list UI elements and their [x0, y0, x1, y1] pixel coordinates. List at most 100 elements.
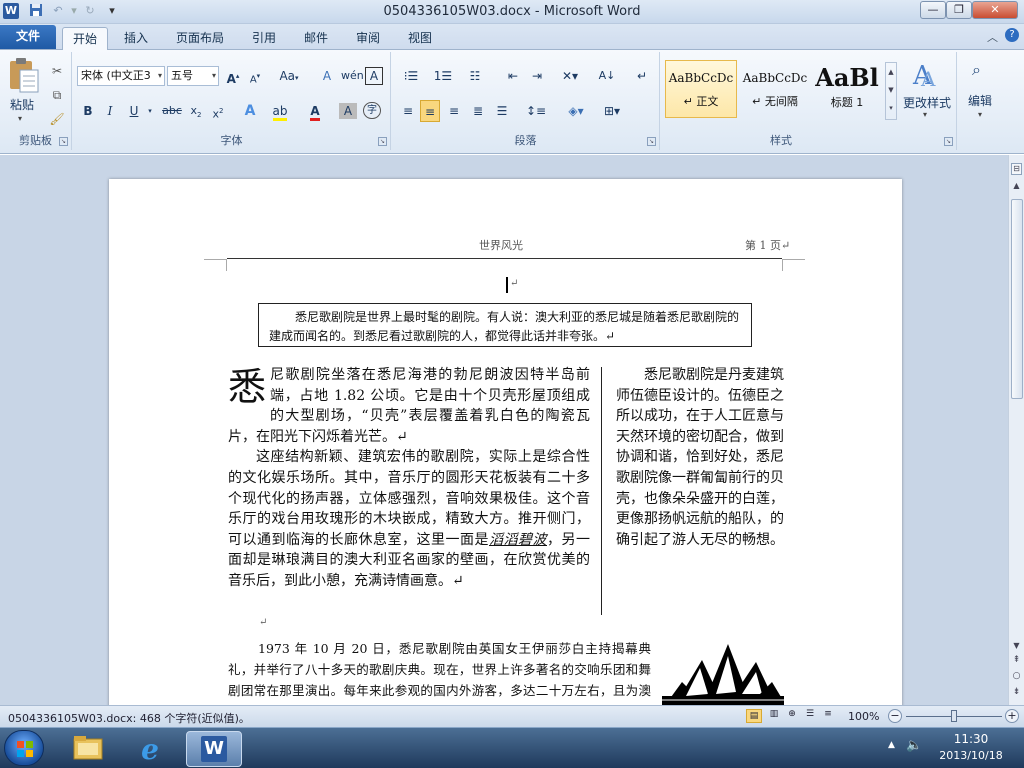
superscript-icon[interactable]: x2	[209, 100, 227, 122]
collapse-ribbon-icon[interactable]: ︿	[987, 29, 998, 45]
sort-icon[interactable]: A↓	[596, 65, 618, 87]
font-size-combo[interactable]: 五号 ▾	[167, 66, 219, 86]
text-effects-icon[interactable]: A	[239, 100, 261, 122]
multilevel-list-icon[interactable]: ☷	[462, 65, 488, 87]
styles-launcher-icon[interactable]: ↘	[944, 137, 953, 146]
line-spacing-icon[interactable]: ↕≡	[524, 100, 548, 122]
draft-view-icon[interactable]: ≡	[820, 709, 836, 723]
scroll-thumb[interactable]	[1011, 199, 1023, 399]
next-page-icon[interactable]: ⇟	[1011, 687, 1022, 697]
decrease-indent-icon[interactable]: ⇤	[502, 65, 524, 87]
tab-mailings[interactable]: 邮件	[294, 27, 338, 50]
editing-button[interactable]: 编辑	[968, 92, 992, 109]
binoculars-icon[interactable]: ⌕	[972, 60, 981, 80]
align-center-icon[interactable]: ≡	[420, 100, 440, 122]
web-layout-view-icon[interactable]: ⊕	[784, 709, 800, 723]
style-heading-1[interactable]: AaBl 标题 1	[811, 60, 883, 118]
subscript-icon[interactable]: x2	[187, 100, 205, 122]
style-normal[interactable]: AaBbCcDc ↵ 正文	[665, 60, 737, 118]
clock-date[interactable]: 2013/10/18	[930, 749, 1012, 762]
document-page[interactable]: 世界风光 第 1 页↵ ↵ 悉尼歌剧院是世界上最时髦的剧院。有人说：澳大利亚的悉…	[109, 179, 902, 705]
intro-text-box[interactable]: 悉尼歌剧院是世界上最时髦的剧院。有人说：澳大利亚的悉尼城是随着悉尼歌剧院的建成而…	[258, 303, 752, 347]
start-button[interactable]	[4, 730, 44, 766]
zoom-out-icon[interactable]: −	[888, 709, 902, 723]
clock-time[interactable]: 11:30	[938, 732, 1004, 746]
increase-indent-icon[interactable]: ⇥	[526, 65, 548, 87]
full-screen-view-icon[interactable]: ▥	[766, 709, 782, 723]
underline-dropdown-icon[interactable]: ▾	[145, 100, 155, 122]
char-border-icon[interactable]: A	[365, 67, 383, 85]
show-marks-icon[interactable]: ↵	[632, 65, 652, 87]
font-name-combo[interactable]: 宋体 (中文正3 ▾	[77, 66, 165, 86]
paste-dropdown-icon[interactable]: ▾	[18, 114, 22, 123]
ruler-toggle-icon[interactable]: ⊟	[1011, 163, 1022, 175]
close-button[interactable]: ✕	[972, 1, 1018, 19]
enclose-char-icon[interactable]: 字	[363, 102, 381, 119]
minimize-button[interactable]: —	[920, 1, 946, 19]
font-launcher-icon[interactable]: ↘	[378, 137, 387, 146]
distributed-icon[interactable]: ☰	[492, 100, 512, 122]
grow-font-icon[interactable]: A▴	[223, 65, 243, 87]
underline-icon[interactable]: U	[125, 100, 143, 122]
change-case-icon[interactable]: Aa▾	[277, 65, 301, 87]
tab-insert[interactable]: 插入	[114, 27, 158, 50]
copy-icon[interactable]: ⧉	[48, 84, 66, 106]
align-right-icon[interactable]: ≡	[444, 100, 464, 122]
strikethrough-icon[interactable]: abc	[161, 100, 183, 122]
phonetic-guide-icon[interactable]: wén	[341, 65, 364, 87]
outline-view-icon[interactable]: ☰	[802, 709, 818, 723]
zoom-level[interactable]: 100%	[848, 710, 879, 723]
tab-home[interactable]: 开始	[62, 27, 109, 50]
zoom-slider-thumb[interactable]	[951, 710, 957, 722]
align-left-icon[interactable]: ≡	[398, 100, 418, 122]
explorer-taskbar-icon[interactable]	[62, 731, 114, 767]
borders-icon[interactable]: ⊞▾	[598, 100, 626, 122]
vertical-scrollbar[interactable]: ⊟ ▲ ▼ ⇞ ○ ⇟	[1008, 155, 1024, 705]
tab-references[interactable]: 引用	[242, 27, 286, 50]
font-color-icon[interactable]: A	[305, 100, 325, 122]
zoom-in-icon[interactable]: +	[1005, 709, 1019, 723]
help-icon[interactable]: ?	[1005, 28, 1019, 42]
print-layout-view-icon[interactable]: ▤	[746, 709, 762, 723]
chinese-layout-icon[interactable]: ✕▾	[558, 65, 582, 87]
word-count-status[interactable]: 0504336105W03.docx: 468 个字符(近似值)。	[8, 710, 250, 726]
paste-button[interactable]: 粘贴	[10, 96, 34, 113]
word-taskbar-button[interactable]: W	[186, 731, 242, 767]
highlight-icon[interactable]: ab	[269, 100, 291, 122]
style-no-spacing[interactable]: AaBbCcDc ↵ 无间隔	[739, 60, 811, 118]
chevron-down-icon[interactable]: ▾	[978, 110, 982, 119]
cut-icon[interactable]: ✂	[48, 60, 66, 82]
opera-house-image[interactable]	[662, 634, 784, 705]
document-area[interactable]: 世界风光 第 1 页↵ ↵ 悉尼歌剧院是世界上最时髦的剧院。有人说：澳大利亚的悉…	[0, 155, 1008, 705]
change-styles-button[interactable]: 更改样式	[901, 94, 953, 111]
tab-file[interactable]: 文件	[0, 25, 56, 49]
bullets-icon[interactable]: ⁝☰	[398, 65, 424, 87]
format-painter-icon[interactable]: 🖌	[48, 108, 66, 130]
ie-taskbar-icon[interactable]: e	[124, 731, 176, 767]
bold-icon[interactable]: B	[79, 100, 97, 122]
clear-format-icon[interactable]: A	[317, 65, 337, 87]
shading-icon[interactable]: ◈▾	[564, 100, 588, 122]
taskbar: e W ▲ 🔈 11:30 2013/10/18	[0, 727, 1024, 768]
select-browse-object-icon[interactable]: ○	[1011, 671, 1022, 681]
clipboard-launcher-icon[interactable]: ↘	[59, 137, 68, 146]
char-shading-icon[interactable]: A	[339, 103, 357, 119]
tab-review[interactable]: 审阅	[346, 27, 390, 50]
maximize-button[interactable]: ❐	[946, 1, 972, 19]
prev-page-icon[interactable]: ⇞	[1011, 655, 1022, 665]
numbering-icon[interactable]: 1☰	[430, 65, 456, 87]
change-styles-icon[interactable]: AA	[911, 58, 941, 91]
volume-icon[interactable]: 🔈	[906, 738, 922, 753]
chevron-down-icon[interactable]: ▾	[923, 110, 927, 119]
shrink-font-icon[interactable]: A▾	[245, 65, 265, 87]
italic-icon[interactable]: I	[101, 100, 119, 122]
styles-scroll[interactable]: ▲ ▼ ▾	[885, 62, 897, 120]
scroll-down-icon[interactable]: ▼	[1011, 641, 1022, 650]
paste-icon[interactable]	[8, 56, 40, 94]
tab-view[interactable]: 视图	[398, 27, 442, 50]
show-hidden-icons[interactable]: ▲	[888, 740, 895, 750]
scroll-up-icon[interactable]: ▲	[1011, 181, 1022, 193]
paragraph-launcher-icon[interactable]: ↘	[647, 137, 656, 146]
justify-icon[interactable]: ≣	[468, 100, 488, 122]
tab-page-layout[interactable]: 页面布局	[166, 27, 234, 50]
